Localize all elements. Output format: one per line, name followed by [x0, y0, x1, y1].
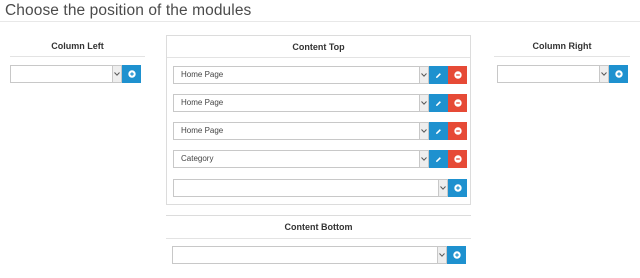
chevron-down-icon[interactable] [419, 94, 429, 112]
content-top-new-module-select[interactable] [173, 179, 438, 197]
edit-button[interactable] [429, 150, 448, 168]
chevron-down-icon[interactable] [438, 179, 448, 197]
pencil-icon [436, 100, 441, 106]
content-top-module-select[interactable]: Home Page [173, 94, 419, 112]
column-left-module-select[interactable] [10, 65, 112, 83]
content-top-module-select[interactable]: Home Page [173, 122, 419, 140]
chevron-down-icon[interactable] [419, 150, 429, 168]
content-bottom-add-button[interactable] [447, 246, 466, 264]
plus-circle-icon [614, 70, 623, 78]
content-top-add-row [173, 179, 467, 197]
content-top-row: Home Page [173, 122, 467, 140]
column-left-add-row [10, 65, 141, 83]
content-top-module-select[interactable]: Category [173, 150, 419, 168]
minus-circle-icon [453, 155, 462, 163]
content-bottom-panel: Content Bottom [166, 215, 471, 273]
pencil-icon [436, 72, 441, 78]
content-top-title: Content Top [167, 36, 470, 58]
pencil-icon [436, 156, 441, 162]
edit-button[interactable] [429, 94, 448, 112]
pencil-icon [436, 128, 441, 134]
chevron-down-icon[interactable] [599, 65, 609, 83]
column-right-module-select[interactable] [497, 65, 599, 83]
chevron-down-icon[interactable] [437, 246, 447, 264]
content-top-row: Home Page [173, 94, 467, 112]
column-right-panel: Column Right [494, 35, 630, 97]
chevron-down-icon[interactable] [112, 65, 122, 83]
column-right-add-row [497, 65, 628, 83]
remove-button[interactable] [448, 66, 467, 84]
plus-circle-icon [453, 184, 462, 192]
title-divider [0, 21, 640, 22]
chevron-down-icon[interactable] [419, 122, 429, 140]
column-left-panel: Column Left [10, 35, 145, 97]
content-top-add-button[interactable] [448, 179, 467, 197]
column-left-add-button[interactable] [122, 65, 141, 83]
page-title: Choose the position of the modules [5, 2, 252, 19]
content-top-module-select[interactable]: Home Page [173, 66, 419, 84]
plus-circle-icon [127, 70, 136, 78]
minus-circle-icon [453, 127, 462, 135]
column-right-title: Column Right [494, 35, 630, 57]
content-bottom-module-select[interactable] [172, 246, 437, 264]
remove-button[interactable] [448, 150, 467, 168]
edit-button[interactable] [429, 122, 448, 140]
edit-button[interactable] [429, 66, 448, 84]
minus-circle-icon [453, 71, 462, 79]
minus-circle-icon [453, 99, 462, 107]
content-bottom-title: Content Bottom [166, 216, 471, 239]
remove-button[interactable] [448, 122, 467, 140]
content-top-panel: Content Top Home Page Home Page Home Pag… [166, 35, 471, 205]
content-top-row: Category [173, 150, 467, 168]
chevron-down-icon[interactable] [419, 66, 429, 84]
content-bottom-add-row [172, 246, 466, 264]
content-top-row: Home Page [173, 66, 467, 84]
remove-button[interactable] [448, 94, 467, 112]
column-right-add-button[interactable] [609, 65, 628, 83]
column-left-title: Column Left [10, 35, 145, 57]
plus-circle-icon [452, 251, 461, 259]
